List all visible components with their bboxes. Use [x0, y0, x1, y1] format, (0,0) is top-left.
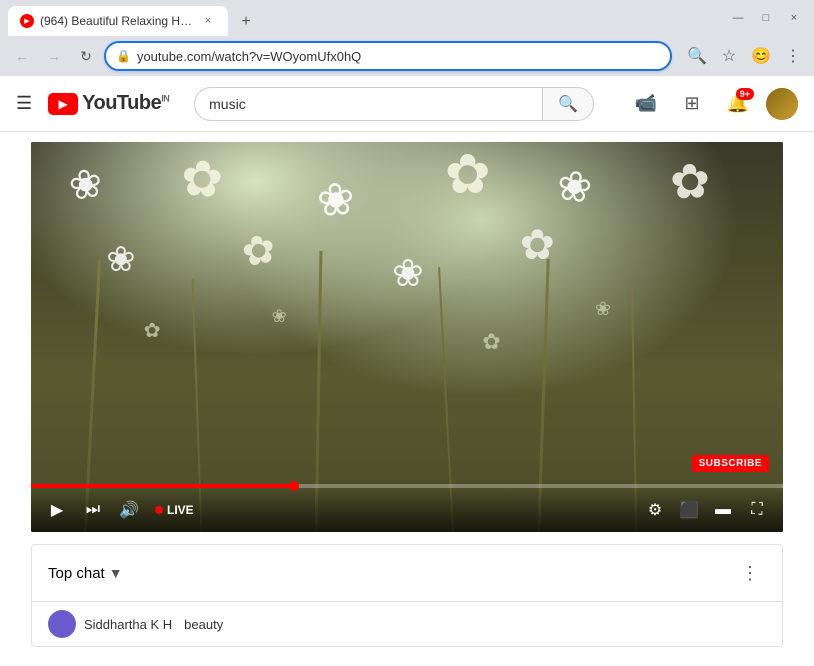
skip-button[interactable]: ⏭ — [79, 496, 107, 524]
close-button[interactable]: × — [782, 6, 806, 30]
live-dot — [155, 506, 163, 514]
youtube-logo-icon — [48, 93, 78, 115]
volume-button[interactable]: 🔊 — [115, 496, 143, 524]
chat-username: Siddhartha K H — [84, 617, 172, 632]
tab-strip: (964) Beautiful Relaxing Hymns... × + — [8, 0, 722, 36]
lock-icon: 🔒 — [116, 49, 131, 63]
live-indicator: LIVE — [155, 503, 194, 517]
header-actions: 📹 ⊞ 🔔 9+ — [628, 86, 798, 122]
chat-section: Top chat ▼ ⋮ Siddhartha K H beauty — [31, 544, 783, 647]
browser-frame: (964) Beautiful Relaxing Hymns... × + — … — [0, 0, 814, 666]
theater-button[interactable]: ▬ — [709, 496, 737, 524]
search-page-icon[interactable]: 🔍 — [684, 43, 710, 69]
apps-grid-icon[interactable]: ⊞ — [674, 86, 710, 122]
chat-title: Top chat ▼ — [48, 565, 123, 582]
youtube-logo[interactable]: YouTubeIN — [48, 92, 169, 115]
upload-video-icon[interactable]: 📹 — [628, 86, 664, 122]
video-controls: ▶ ⏭ 🔊 LIVE ⚙ ⬛ ▬ ⛶ — [31, 488, 783, 532]
chat-avatar — [48, 610, 76, 638]
chat-header: Top chat ▼ ⋮ — [32, 545, 782, 602]
minimize-button[interactable]: — — [726, 6, 750, 30]
active-tab[interactable]: (964) Beautiful Relaxing Hymns... × — [8, 6, 228, 36]
back-button[interactable]: ← — [8, 42, 36, 70]
search-input[interactable] — [194, 87, 542, 121]
miniplayer-button[interactable]: ⬛ — [675, 496, 703, 524]
tab-favicon — [20, 14, 34, 28]
chat-message-text: beauty — [184, 617, 223, 632]
video-thumbnail: ❀ ✿ ❀ ✿ ❀ ✿ ❀ ✿ ❀ ✿ — [31, 142, 783, 532]
new-tab-button[interactable]: + — [232, 8, 260, 36]
reload-button[interactable]: ↻ — [72, 42, 100, 70]
chat-chevron-icon[interactable]: ▼ — [109, 565, 123, 581]
url-text: youtube.com/watch?v=WOyomUfx0hQ — [137, 49, 660, 64]
video-background: ❀ ✿ ❀ ✿ ❀ ✿ ❀ ✿ ❀ ✿ — [31, 142, 783, 532]
video-container: ❀ ✿ ❀ ✿ ❀ ✿ ❀ ✿ ❀ ✿ — [31, 142, 783, 647]
youtube-header: ☰ YouTubeIN 🔍 📹 ⊞ 🔔 9+ — [0, 76, 814, 132]
tab-close-button[interactable]: × — [200, 13, 216, 29]
fullscreen-button[interactable]: ⛶ — [743, 496, 771, 524]
browser-more-icon[interactable]: ⋮ — [780, 43, 806, 69]
address-right-actions: 🔍 ☆ 😊 ⋮ — [684, 43, 806, 69]
hamburger-menu-icon[interactable]: ☰ — [16, 93, 32, 114]
page-content: ☰ YouTubeIN 🔍 📹 ⊞ 🔔 9+ — [0, 76, 814, 666]
right-controls: ⚙ ⬛ ▬ ⛶ — [641, 496, 771, 524]
subscribe-watermark[interactable]: SUBSCRIBE — [692, 455, 769, 472]
settings-button[interactable]: ⚙ — [641, 496, 669, 524]
notifications-button[interactable]: 🔔 9+ — [720, 86, 756, 122]
chat-message: Siddhartha K H beauty — [32, 602, 782, 646]
address-bar-row: ← → ↻ 🔒 youtube.com/watch?v=WOyomUfx0hQ … — [0, 36, 814, 76]
search-bar: 🔍 — [194, 87, 594, 121]
maximize-button[interactable]: □ — [754, 6, 778, 30]
tab-title: (964) Beautiful Relaxing Hymns... — [40, 14, 194, 28]
user-avatar[interactable] — [766, 88, 798, 120]
search-button[interactable]: 🔍 — [542, 87, 594, 121]
play-button[interactable]: ▶ — [43, 496, 71, 524]
profile-emoji-icon[interactable]: 😊 — [748, 43, 774, 69]
video-player[interactable]: ❀ ✿ ❀ ✿ ❀ ✿ ❀ ✿ ❀ ✿ — [31, 142, 783, 532]
address-bar[interactable]: 🔒 youtube.com/watch?v=WOyomUfx0hQ — [104, 41, 672, 71]
chat-more-button[interactable]: ⋮ — [734, 557, 766, 589]
forward-button[interactable]: → — [40, 42, 68, 70]
bookmark-icon[interactable]: ☆ — [716, 43, 742, 69]
avatar-image — [766, 88, 798, 120]
window-controls: — □ × — [726, 6, 806, 30]
youtube-logo-text: YouTubeIN — [82, 92, 169, 115]
notification-badge: 9+ — [736, 88, 754, 100]
title-bar: (964) Beautiful Relaxing Hymns... × + — … — [0, 0, 814, 36]
